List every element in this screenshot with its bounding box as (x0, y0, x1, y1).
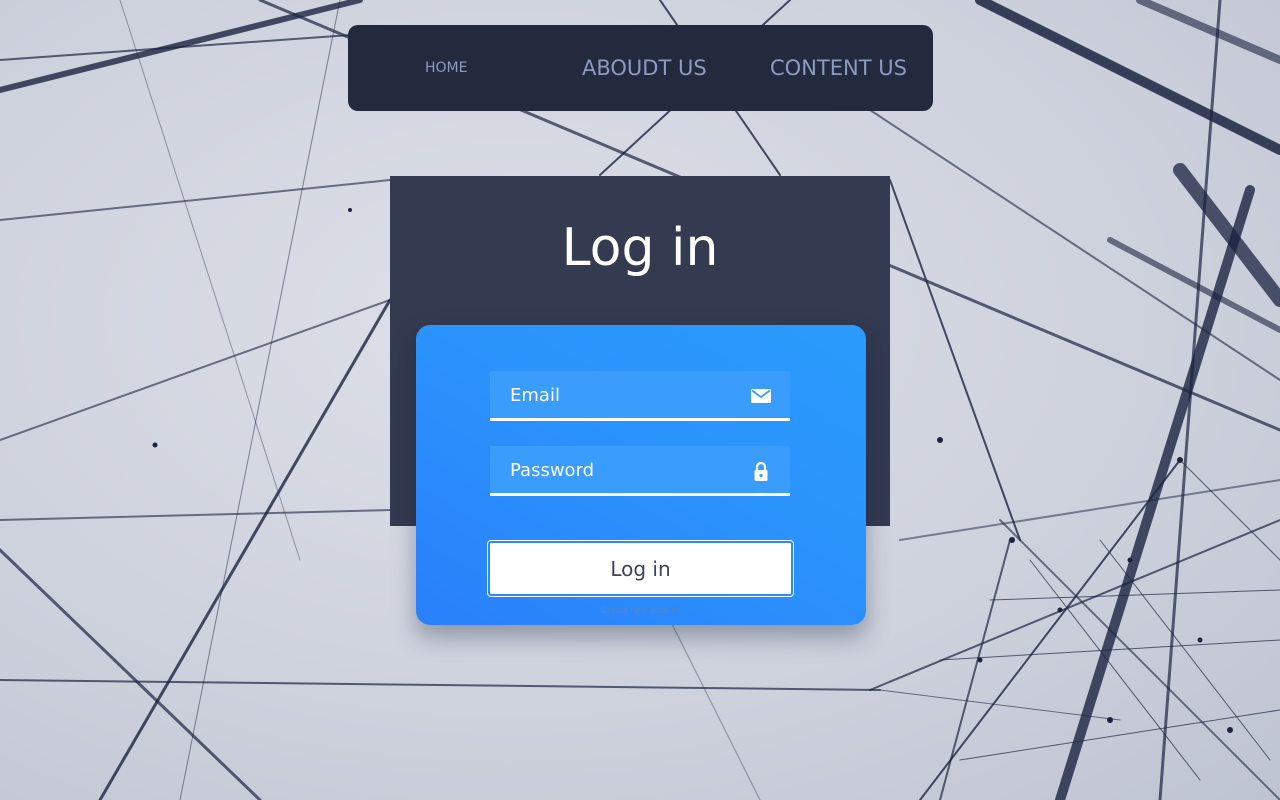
login-form-card: Email Password Log in Create new account (416, 325, 866, 625)
envelope-icon (751, 389, 771, 403)
page-title: Log in (561, 218, 719, 278)
top-navigation: HOME ABOUDT US CONTENT US (348, 25, 933, 111)
lock-icon (754, 461, 768, 481)
email-field[interactable]: Email (490, 371, 790, 421)
login-button[interactable]: Log in (487, 540, 794, 597)
nav-home-link[interactable]: HOME (425, 25, 467, 111)
password-field-label: Password (510, 460, 595, 481)
nav-content-link[interactable]: CONTENT US (770, 25, 907, 111)
create-account-link[interactable]: Create new account (416, 605, 866, 615)
email-field-label: Email (510, 385, 560, 406)
nav-about-link[interactable]: ABOUDT US (582, 25, 707, 111)
password-field[interactable]: Password (490, 446, 790, 496)
